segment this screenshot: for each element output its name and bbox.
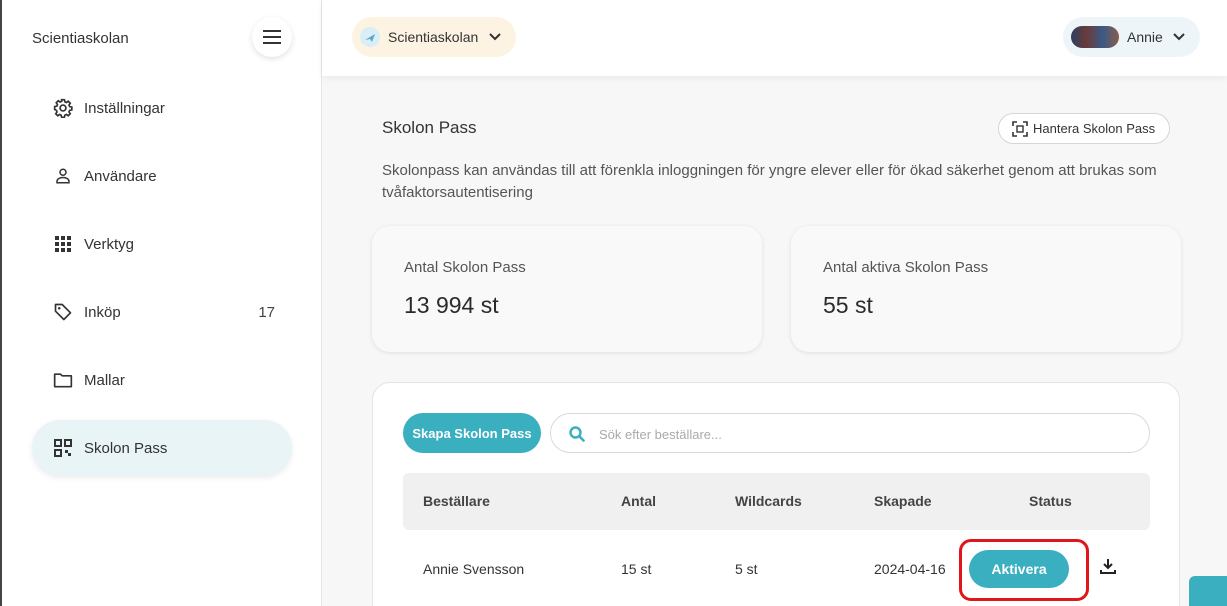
help-widget-tab[interactable]	[1189, 576, 1227, 606]
column-header-orderer: Beställare	[423, 493, 490, 509]
table-header: Beställare Antal Wildcards Skapade Statu…	[403, 473, 1150, 530]
cell-count: 15 st	[621, 561, 652, 577]
skolon-pass-table-card: Skapa Skolon Pass Beställare Antal Wildc…	[372, 382, 1180, 606]
stat-title: Antal aktiva Skolon Pass	[823, 259, 989, 276]
sidebar-item-label: Inställningar	[84, 99, 165, 117]
tag-icon	[52, 301, 74, 323]
sidebar-item-verktyg[interactable]: Verktyg	[32, 216, 292, 272]
search-box	[550, 413, 1150, 453]
sidebar-item-label: Skolon Pass	[84, 439, 168, 457]
sidebar-item-label: Inköp	[84, 303, 121, 321]
cell-orderer: Annie Svensson	[423, 561, 525, 577]
column-header-count: Antal	[621, 493, 656, 509]
column-header-status: Status	[1029, 493, 1072, 509]
table-row: Annie Svensson 15 st 5 st 2024-04-16 Akt…	[403, 530, 1150, 601]
school-logo-icon	[360, 27, 380, 47]
organization-name: Scientiaskolan	[388, 29, 479, 45]
page-title: Skolon Pass	[382, 118, 477, 137]
manage-button-label: Hantera Skolon Pass	[1033, 121, 1156, 136]
chevron-down-icon	[1173, 33, 1185, 41]
topbar: Scientiaskolan Annie	[322, 0, 1227, 76]
stat-value: 13 994 st	[404, 292, 499, 318]
sidebar: Scientiaskolan Inställningar Användare V…	[0, 0, 322, 606]
sidebar-item-anvandare[interactable]: Användare	[32, 148, 292, 204]
gear-icon	[52, 97, 74, 119]
manage-skolon-pass-button[interactable]: Hantera Skolon Pass	[998, 113, 1170, 144]
page-description: Skolonpass kan användas till att förenkl…	[382, 162, 1157, 201]
stat-value: 55 st	[823, 292, 873, 318]
search-input[interactable]	[599, 423, 1119, 445]
search-icon	[569, 426, 585, 442]
stat-card-active: Antal aktiva Skolon Pass 55 st	[791, 226, 1181, 352]
cell-created: 2024-04-16	[874, 561, 946, 577]
sidebar-item-installningar[interactable]: Inställningar	[32, 80, 292, 136]
column-header-wildcards: Wildcards	[735, 493, 802, 509]
menu-toggle-button[interactable]	[252, 17, 292, 57]
person-icon	[52, 165, 74, 187]
sidebar-item-mallar[interactable]: Mallar	[32, 352, 292, 408]
purchase-count-badge: 17	[258, 303, 275, 321]
qr-scan-icon	[1012, 121, 1028, 137]
download-icon[interactable]	[1099, 557, 1117, 575]
sidebar-item-skolon-pass[interactable]: Skolon Pass	[32, 420, 292, 476]
sidebar-item-inkop[interactable]: Inköp 17	[32, 284, 292, 340]
user-menu[interactable]: Annie	[1063, 17, 1200, 57]
column-header-created: Skapade	[874, 493, 932, 509]
sidebar-item-label: Användare	[84, 167, 157, 185]
user-name: Annie	[1127, 29, 1163, 45]
qr-code-icon	[52, 437, 74, 459]
cell-wildcards: 5 st	[735, 561, 758, 577]
sidebar-item-label: Verktyg	[84, 235, 135, 253]
organization-selector[interactable]: Scientiaskolan	[352, 17, 516, 57]
grid-icon	[52, 233, 74, 255]
stat-title: Antal Skolon Pass	[404, 259, 526, 276]
stat-card-total: Antal Skolon Pass 13 994 st	[372, 226, 762, 352]
chevron-down-icon	[489, 33, 501, 41]
create-skolon-pass-button[interactable]: Skapa Skolon Pass	[403, 413, 541, 453]
brand-name: Scientiaskolan	[32, 30, 129, 47]
sidebar-item-label: Mallar	[84, 371, 125, 389]
activate-button[interactable]: Aktivera	[969, 550, 1069, 588]
folder-icon	[52, 369, 74, 391]
avatar	[1071, 26, 1119, 48]
hamburger-icon	[263, 30, 281, 44]
